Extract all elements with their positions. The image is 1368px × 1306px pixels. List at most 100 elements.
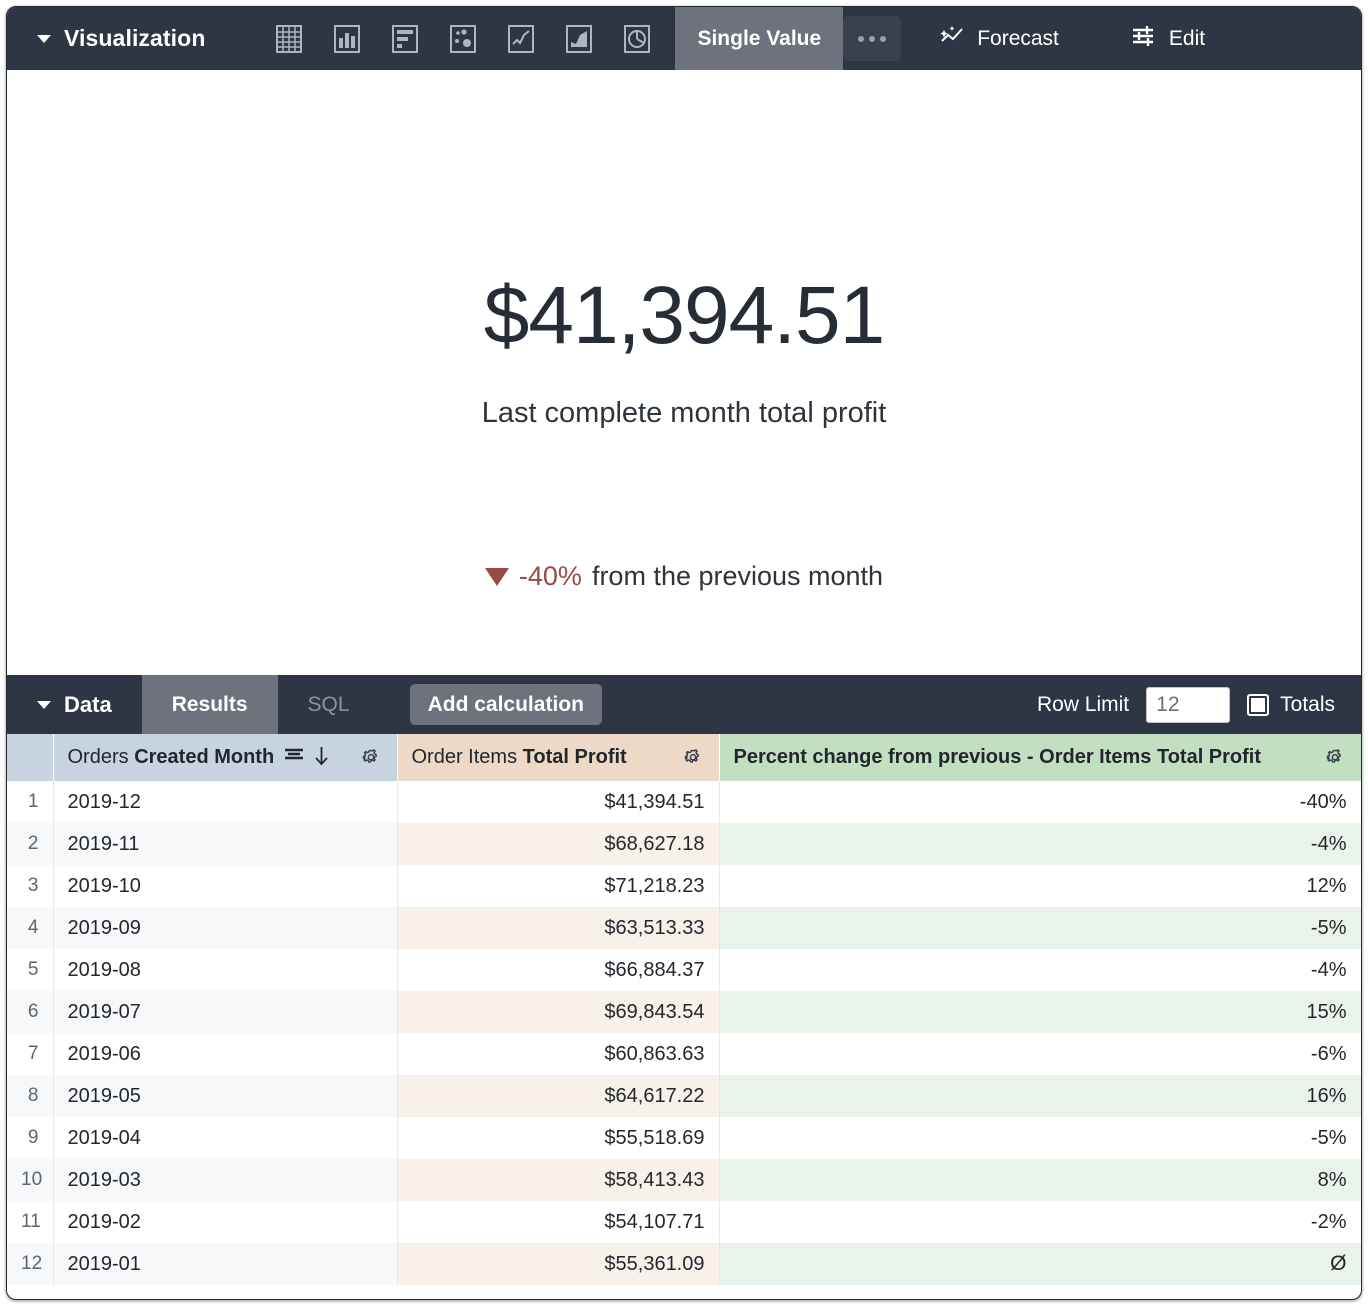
cell-order-items-total-profit[interactable]: $55,518.69 (397, 1117, 719, 1159)
cell-percent-change[interactable]: -5% (719, 907, 1361, 949)
cell-percent-change[interactable]: Ø (719, 1243, 1361, 1285)
edit-button[interactable]: Edit (1113, 7, 1223, 70)
results-table-header: Orders Created Month (7, 734, 1361, 781)
sparkle-trend-icon (939, 24, 965, 54)
cell-orders-created-month[interactable]: 2019-07 (53, 991, 397, 1033)
table-row[interactable]: 52019-08$66,884.37-4% (7, 949, 1361, 991)
column-header-percent-change[interactable]: Percent change from previous - Order Ite… (719, 734, 1361, 781)
cell-percent-change[interactable]: -4% (719, 949, 1361, 991)
cell-order-items-total-profit[interactable]: $71,218.23 (397, 865, 719, 907)
line-chart-icon[interactable] (505, 23, 537, 55)
add-calculation-button[interactable]: Add calculation (410, 684, 602, 725)
table-row[interactable]: 12019-12$41,394.51-40% (7, 781, 1361, 823)
row-number: 6 (7, 991, 53, 1033)
forecast-button[interactable]: Forecast (921, 7, 1077, 70)
results-table: Orders Created Month (7, 734, 1362, 1285)
cell-percent-change[interactable]: -4% (719, 823, 1361, 865)
table-row[interactable]: 22019-11$68,627.18-4% (7, 823, 1361, 865)
area-chart-icon[interactable] (563, 23, 595, 55)
row-limit-input[interactable]: 12 (1146, 687, 1230, 723)
table-row[interactable]: 32019-10$71,218.2312% (7, 865, 1361, 907)
table-row[interactable]: 72019-06$60,863.63-6% (7, 1033, 1361, 1075)
gear-icon[interactable] (1323, 746, 1347, 770)
looker-explore-window: Visualization (6, 6, 1362, 1300)
cell-order-items-total-profit[interactable]: $66,884.37 (397, 949, 719, 991)
cell-orders-created-month[interactable]: 2019-12 (53, 781, 397, 823)
totals-checkbox[interactable] (1247, 694, 1269, 716)
cell-orders-created-month[interactable]: 2019-08 (53, 949, 397, 991)
table-row[interactable]: 122019-01$55,361.09Ø (7, 1243, 1361, 1285)
row-limit-label: Row Limit (1037, 693, 1129, 717)
table-row[interactable]: 92019-04$55,518.69-5% (7, 1117, 1361, 1159)
totals-label: Totals (1280, 693, 1335, 717)
cell-percent-change[interactable]: 8% (719, 1159, 1361, 1201)
cell-order-items-total-profit[interactable]: $68,627.18 (397, 823, 719, 865)
cell-order-items-total-profit[interactable]: $55,361.09 (397, 1243, 719, 1285)
table-row[interactable]: 112019-02$54,107.71-2% (7, 1201, 1361, 1243)
cell-orders-created-month[interactable]: 2019-03 (53, 1159, 397, 1201)
row-number: 10 (7, 1159, 53, 1201)
cell-order-items-total-profit[interactable]: $69,843.54 (397, 991, 719, 1033)
cell-order-items-total-profit[interactable]: $41,394.51 (397, 781, 719, 823)
cell-orders-created-month[interactable]: 2019-04 (53, 1117, 397, 1159)
row-number: 11 (7, 1201, 53, 1243)
table-header-row: Orders Created Month (7, 734, 1361, 781)
scatter-chart-icon[interactable] (447, 23, 479, 55)
cell-orders-created-month[interactable]: 2019-06 (53, 1033, 397, 1075)
cell-percent-change[interactable]: -2% (719, 1201, 1361, 1243)
edit-label: Edit (1169, 27, 1205, 51)
cell-orders-created-month[interactable]: 2019-09 (53, 907, 397, 949)
cell-percent-change[interactable]: -5% (719, 1117, 1361, 1159)
gear-icon[interactable] (359, 746, 383, 770)
cell-order-items-total-profit[interactable]: $58,413.43 (397, 1159, 719, 1201)
cell-orders-created-month[interactable]: 2019-05 (53, 1075, 397, 1117)
table-row[interactable]: 82019-05$64,617.2216% (7, 1075, 1361, 1117)
cell-percent-change[interactable]: 16% (719, 1075, 1361, 1117)
totals-checkbox-group[interactable]: Totals (1247, 693, 1335, 717)
cell-orders-created-month[interactable]: 2019-02 (53, 1201, 397, 1243)
caret-down-icon (37, 35, 51, 43)
tab-sql-label: SQL (308, 693, 350, 717)
column-header-view-name: Order Items (412, 746, 523, 768)
column-header-order-items-total-profit[interactable]: Order Items Total Profit (397, 734, 719, 781)
cell-order-items-total-profit[interactable]: $54,107.71 (397, 1201, 719, 1243)
sliders-icon (1131, 24, 1157, 54)
single-value-number: $41,394.51 (484, 275, 884, 357)
arrow-down-icon[interactable] (314, 746, 329, 770)
table-row[interactable]: 102019-03$58,413.438% (7, 1159, 1361, 1201)
column-header-field-name: Total Profit (523, 746, 627, 768)
column-chart-icon[interactable] (331, 23, 363, 55)
cell-percent-change[interactable]: -40% (719, 781, 1361, 823)
cell-order-items-total-profit[interactable]: $63,513.33 (397, 907, 719, 949)
cell-orders-created-month[interactable]: 2019-01 (53, 1243, 397, 1285)
table-row[interactable]: 42019-09$63,513.33-5% (7, 907, 1361, 949)
tab-sql[interactable]: SQL (278, 675, 380, 734)
column-header-orders-created-month[interactable]: Orders Created Month (53, 734, 397, 781)
table-row[interactable]: 62019-07$69,843.5415% (7, 991, 1361, 1033)
single-value-visualization: $41,394.51 Last complete month total pro… (7, 70, 1361, 675)
tab-results[interactable]: Results (142, 675, 278, 734)
pie-chart-icon[interactable] (621, 23, 653, 55)
table-chart-icon[interactable] (273, 23, 305, 55)
data-section-toggle[interactable]: Data (7, 675, 142, 734)
cell-percent-change[interactable]: 15% (719, 991, 1361, 1033)
row-number: 4 (7, 907, 53, 949)
chart-type-icon-group (273, 7, 653, 70)
results-table-body: 12019-12$41,394.51-40%22019-11$68,627.18… (7, 781, 1361, 1285)
cell-order-items-total-profit[interactable]: $60,863.63 (397, 1033, 719, 1075)
filter-lines-icon[interactable] (284, 746, 304, 770)
visualization-section-toggle[interactable]: Visualization (7, 7, 205, 70)
cell-percent-change[interactable]: -6% (719, 1033, 1361, 1075)
cell-order-items-total-profit[interactable]: $64,617.22 (397, 1075, 719, 1117)
gear-icon[interactable] (681, 746, 705, 770)
ellipsis-dot-icon (858, 36, 864, 42)
bar-chart-icon[interactable] (389, 23, 421, 55)
column-header-field-name: Percent change from previous - Order Ite… (734, 746, 1262, 768)
cell-percent-change[interactable]: 12% (719, 865, 1361, 907)
null-value-icon: Ø (1330, 1252, 1346, 1275)
tab-single-value[interactable]: Single Value (675, 7, 843, 70)
cell-orders-created-month[interactable]: 2019-11 (53, 823, 397, 865)
more-viz-types-button[interactable] (843, 16, 901, 61)
tab-single-value-label: Single Value (697, 27, 821, 51)
cell-orders-created-month[interactable]: 2019-10 (53, 865, 397, 907)
